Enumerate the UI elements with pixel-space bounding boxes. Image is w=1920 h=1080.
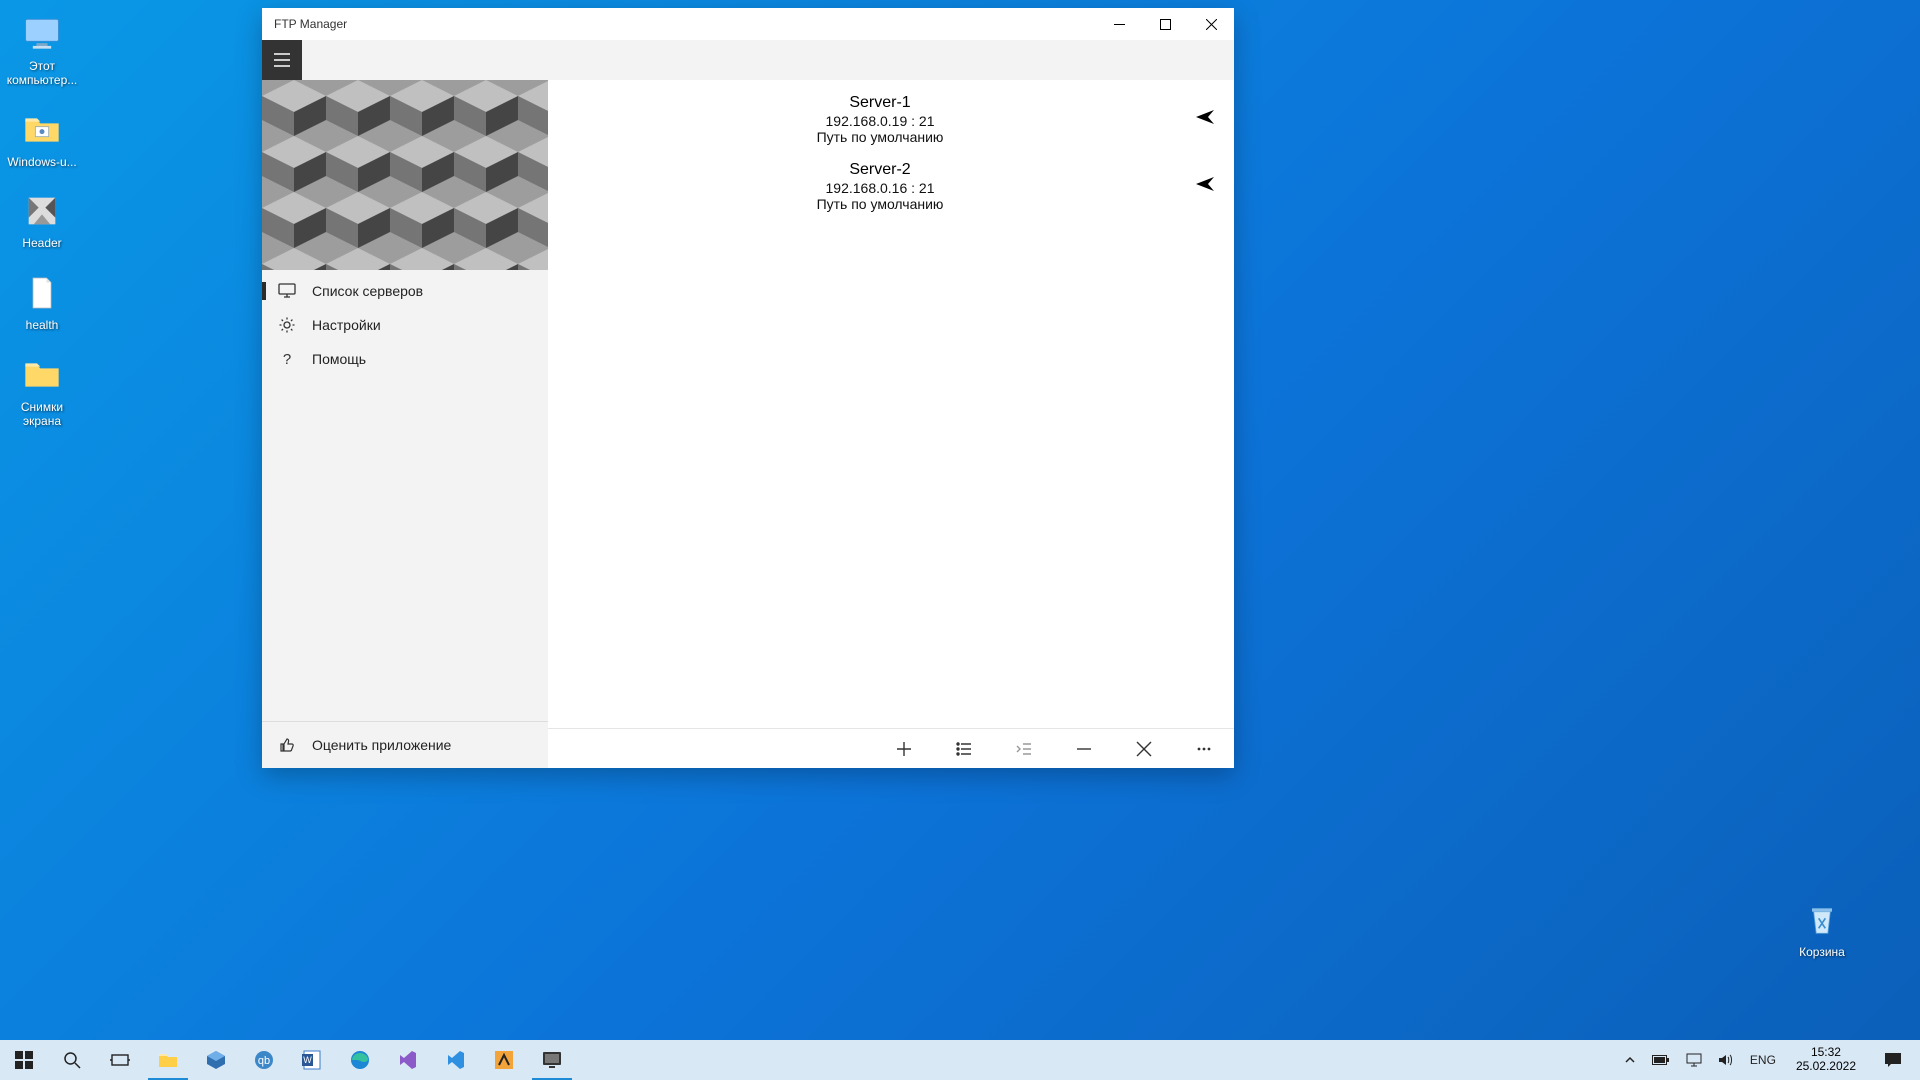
send-icon[interactable] [1194,173,1216,200]
recycle-bin-icon [1798,896,1846,944]
folder-icon [18,106,66,154]
taskbar-app-edge[interactable] [336,1040,384,1080]
desktop-icon-header[interactable]: Header [4,187,80,251]
content-area: Server-1 192.168.0.19 : 21 Путь по умолч… [548,80,1234,768]
desktop-icon-this-pc[interactable]: Этоткомпьютер... [4,10,80,88]
hamburger-button[interactable] [262,40,302,80]
system-tray: ENG 15:32 25.02.2022 [1620,1040,1920,1080]
desktop-label: Снимкиэкрана [4,401,80,429]
desktop-label: Windows-u... [4,156,80,170]
gear-icon [278,316,296,334]
taskbar-app-ftp-manager[interactable] [528,1040,576,1080]
server-name: Server-2 [566,161,1194,179]
language-indicator[interactable]: ENG [1746,1040,1780,1080]
server-host: 192.168.0.16 : 21 [566,180,1194,196]
language-label: ENG [1750,1053,1776,1067]
maximize-button[interactable] [1142,8,1188,40]
send-icon[interactable] [1194,106,1216,133]
desktop-icons-column: Этоткомпьютер... Windows-u... Header hea… [4,10,84,429]
clock-time: 15:32 [1811,1046,1841,1060]
server-row[interactable]: Server-1 192.168.0.19 : 21 Путь по умолч… [548,88,1234,155]
app-body: Список серверов Настройки ? Помощь [262,80,1234,768]
svg-text:?: ? [283,351,291,368]
server-host: 192.168.0.19 : 21 [566,113,1194,129]
text-file-icon [18,269,66,317]
server-row[interactable]: Server-2 192.168.0.16 : 21 Путь по умолч… [548,155,1234,222]
desktop-icon-screenshots[interactable]: Снимкиэкрана [4,351,80,429]
taskbar-app-explorer[interactable] [144,1040,192,1080]
server-path: Путь по умолчанию [566,196,1194,212]
sidebar-bottom: Оценить приложение [262,721,548,768]
folder-icon [18,351,66,399]
list-button[interactable] [952,737,976,761]
indent-list-button[interactable] [1012,737,1036,761]
tray-overflow-button[interactable] [1620,1040,1640,1080]
start-button[interactable] [0,1040,48,1080]
nav-label: Оценить приложение [312,737,451,753]
taskbar-app-generic-1[interactable] [480,1040,528,1080]
minimize-button[interactable] [1096,8,1142,40]
toolbar [262,40,1234,80]
desktop-icon-recycle-bin[interactable]: Корзина [1784,896,1860,960]
desktop-icon-health[interactable]: health [4,269,80,333]
nav-item-rate-app[interactable]: Оценить приложение [262,722,548,768]
server-list: Server-1 192.168.0.19 : 21 Путь по умолч… [548,80,1234,728]
desktop-label: Этоткомпьютер... [4,60,80,88]
server-info: Server-1 192.168.0.19 : 21 Путь по умолч… [566,94,1194,145]
task-view-button[interactable] [96,1040,144,1080]
svg-text:qb: qb [258,1055,270,1067]
desktop-label: Корзина [1784,946,1860,960]
delete-button[interactable] [1132,737,1156,761]
nav-list: Список серверов Настройки ? Помощь [262,270,548,376]
thumbs-up-icon [278,736,296,754]
nav-item-settings[interactable]: Настройки [262,308,548,342]
desktop-label: Header [4,237,80,251]
image-file-icon [18,187,66,235]
titlebar[interactable]: FTP Manager [262,8,1234,40]
clock-date: 25.02.2022 [1796,1060,1856,1074]
battery-icon[interactable] [1648,1040,1674,1080]
svg-text:W: W [303,1055,312,1065]
taskbar: qb W ENG 15:32 25.02.2022 [0,1040,1920,1080]
nav-item-servers[interactable]: Список серверов [262,274,548,308]
more-button[interactable] [1192,737,1216,761]
app-title: FTP Manager [274,17,347,31]
sidebar-hero-image [262,80,548,270]
network-icon[interactable] [1682,1040,1706,1080]
monitor-icon [278,282,296,300]
sidebar: Список серверов Настройки ? Помощь [262,80,548,768]
nav-label: Список серверов [312,283,423,299]
server-path: Путь по умолчанию [566,129,1194,145]
nav-label: Помощь [312,351,366,367]
volume-icon[interactable] [1714,1040,1738,1080]
content-bottom-toolbar [548,728,1234,768]
nav-label: Настройки [312,317,381,333]
desktop-icon-windows-u[interactable]: Windows-u... [4,106,80,170]
server-name: Server-1 [566,94,1194,112]
nav-item-help[interactable]: ? Помощь [262,342,548,376]
taskbar-app-virtualbox[interactable] [192,1040,240,1080]
help-icon: ? [278,350,296,368]
app-window-ftp-manager: FTP Manager [262,8,1234,768]
clock[interactable]: 15:32 25.02.2022 [1788,1046,1864,1074]
action-center-button[interactable] [1872,1040,1914,1080]
taskbar-app-vscode[interactable] [432,1040,480,1080]
close-button[interactable] [1188,8,1234,40]
computer-icon [18,10,66,58]
remove-button[interactable] [1072,737,1096,761]
desktop-label: health [4,319,80,333]
taskbar-app-qbittorrent[interactable]: qb [240,1040,288,1080]
server-info: Server-2 192.168.0.16 : 21 Путь по умолч… [566,161,1194,212]
add-button[interactable] [892,737,916,761]
taskbar-app-word[interactable]: W [288,1040,336,1080]
taskbar-app-visualstudio[interactable] [384,1040,432,1080]
search-button[interactable] [48,1040,96,1080]
